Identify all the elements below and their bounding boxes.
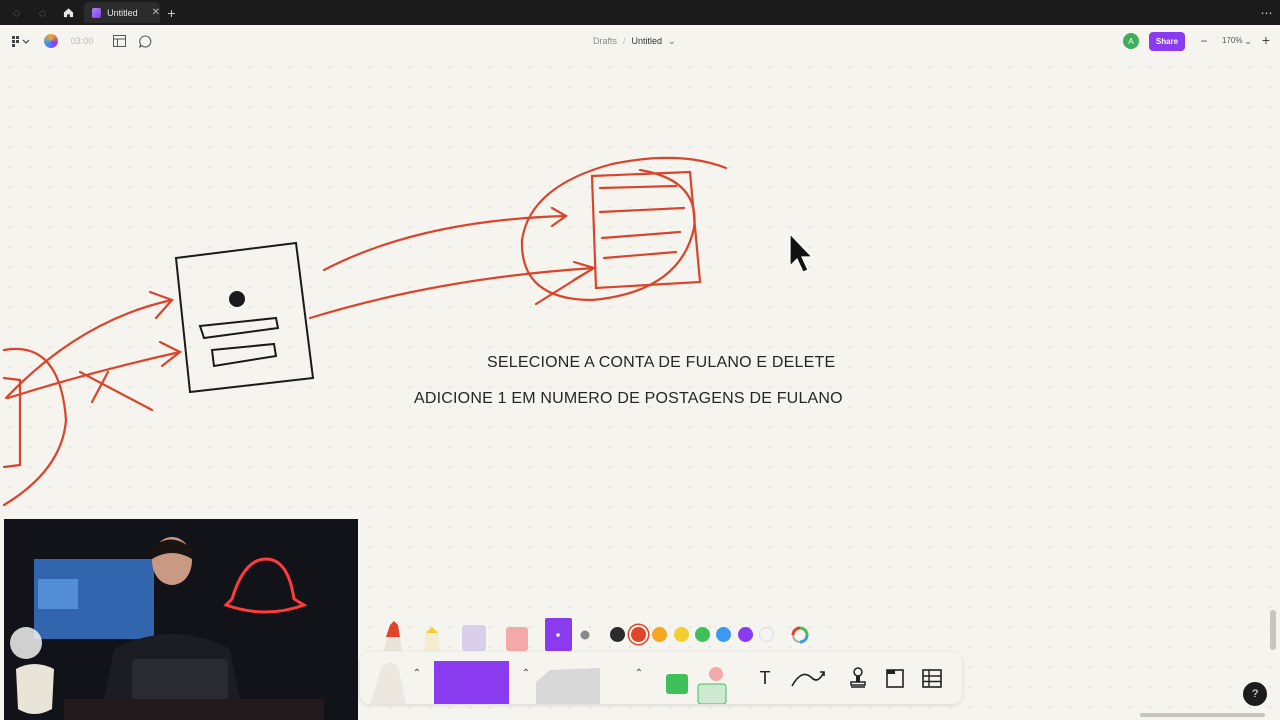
shapes-tool[interactable] — [536, 666, 602, 704]
horizontal-scrollbar[interactable] — [1140, 713, 1265, 717]
sticky-note-tool[interactable] — [434, 661, 509, 704]
marker-tool[interactable] — [372, 617, 412, 653]
webcam-overlay — [4, 519, 358, 720]
eraser-tool[interactable] — [504, 625, 530, 653]
section-icon[interactable] — [884, 666, 906, 690]
connector-tool[interactable] — [788, 664, 832, 692]
canvas-note-2[interactable]: ADICIONE 1 EM NUMERO DE POSTAGENS DE FUL… — [414, 390, 843, 408]
tool-dock: ⌃ ⌃ ⌃ T — [360, 652, 962, 704]
pen-tool[interactable] — [366, 656, 410, 704]
red-sketch[interactable] — [2, 156, 728, 507]
help-button[interactable]: ? — [1243, 682, 1267, 706]
table-icon[interactable] — [921, 666, 943, 690]
stickers-tool[interactable] — [664, 664, 728, 704]
highlighter-tool[interactable] — [422, 617, 442, 653]
color-wheel-icon[interactable] — [790, 625, 812, 647]
chevron-up-icon[interactable]: ⌃ — [519, 666, 533, 680]
canvas-note-1[interactable]: SELECIONE A CONTA DE FULANO E DELETE — [487, 354, 835, 372]
color-swatch-orange[interactable] — [652, 627, 667, 642]
chevron-up-icon[interactable]: ⌃ — [410, 666, 424, 680]
color-swatch-red[interactable] — [631, 627, 646, 642]
color-swatch-purple[interactable] — [738, 627, 753, 642]
text-tool-label: T — [759, 667, 771, 688]
stroke-size-selected[interactable] — [545, 618, 572, 651]
document-sketch[interactable] — [174, 241, 315, 394]
vertical-scrollbar[interactable] — [1270, 610, 1276, 650]
washi-tape-tool[interactable] — [460, 623, 488, 653]
color-swatch-yellow[interactable] — [674, 627, 689, 642]
color-swatch-blue[interactable] — [716, 627, 731, 642]
stamp-icon[interactable] — [848, 666, 868, 690]
cursor-icon — [789, 232, 814, 273]
color-swatch-black[interactable] — [610, 627, 625, 642]
stroke-size-option[interactable] — [578, 627, 592, 643]
color-swatch-green[interactable] — [695, 627, 710, 642]
text-tool[interactable]: T — [750, 664, 780, 692]
document-dot — [229, 291, 245, 307]
chevron-up-icon[interactable]: ⌃ — [632, 666, 646, 680]
color-swatch-white[interactable] — [759, 627, 774, 642]
